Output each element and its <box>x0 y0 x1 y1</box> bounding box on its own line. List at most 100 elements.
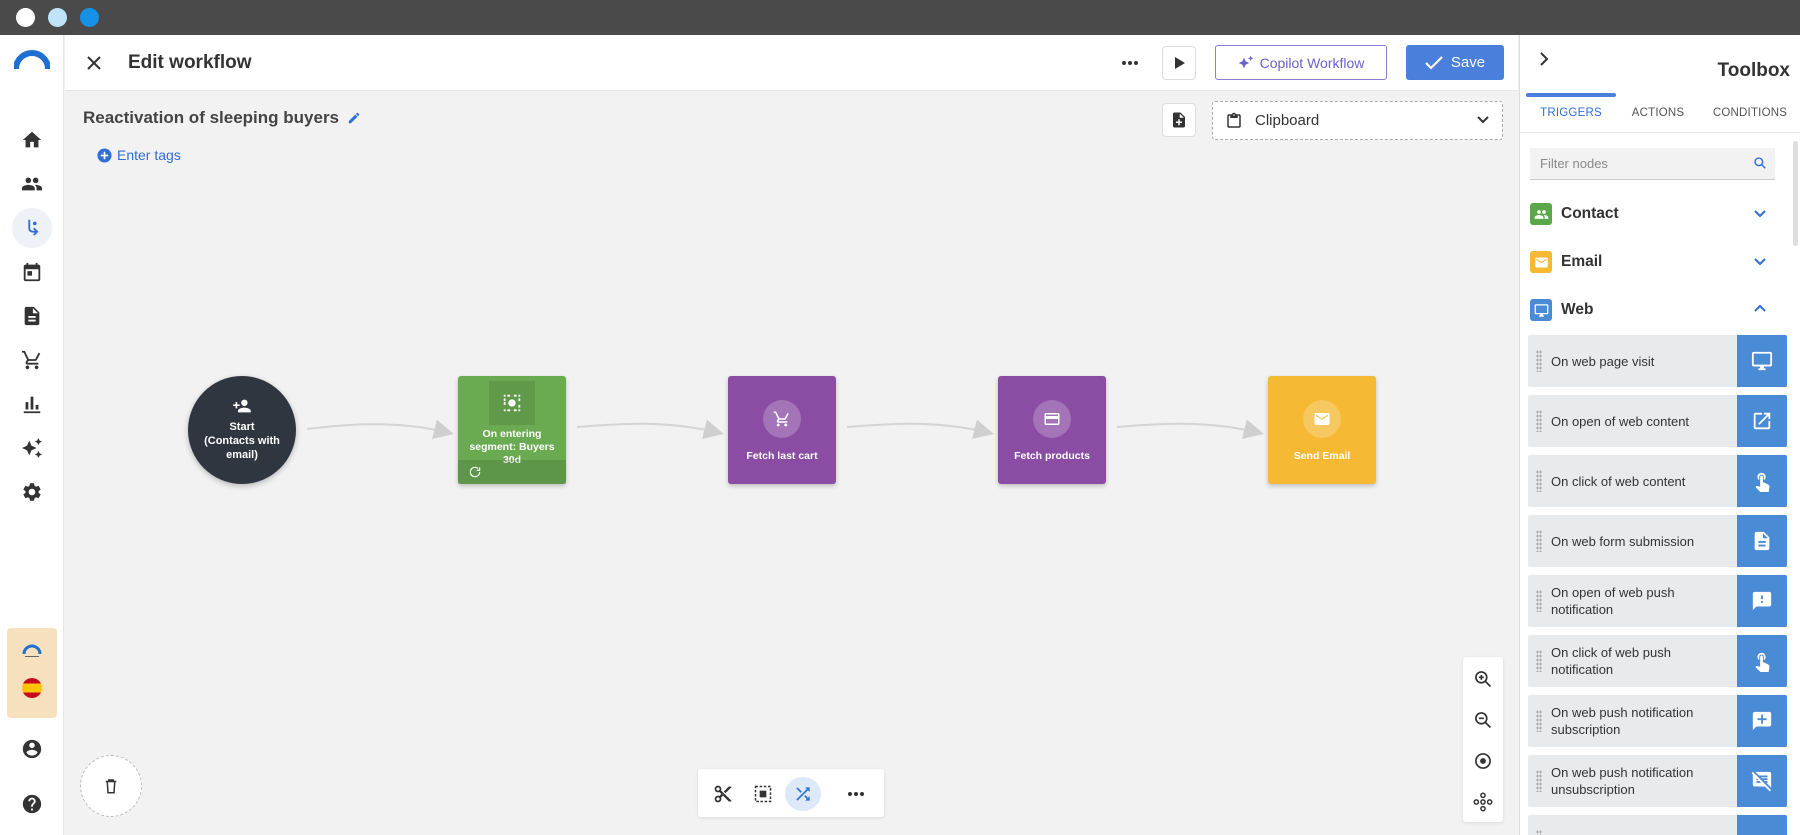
settings-gear-icon[interactable] <box>12 472 52 512</box>
toolbox-tabs: TRIGGERS ACTIONS CONDITIONS <box>1520 93 1800 133</box>
account-brand-box[interactable] <box>7 628 57 718</box>
workflow-name: Reactivation of sleeping buyers <box>83 108 361 128</box>
email-category-icon <box>1530 251 1552 273</box>
cart-icon[interactable] <box>12 340 52 380</box>
shuffle-connections-button[interactable] <box>785 777 821 811</box>
toolbox-scrollbar[interactable] <box>1793 141 1798 246</box>
window-maximize-dot[interactable] <box>80 8 99 27</box>
fetch-products-node[interactable]: Fetch products <box>998 376 1106 484</box>
select-area-button[interactable] <box>745 777 781 811</box>
help-icon[interactable] <box>12 784 52 824</box>
zoom-in-button[interactable] <box>1467 663 1499 695</box>
drag-handle-icon[interactable] <box>1536 650 1542 672</box>
drag-handle-icon[interactable] <box>1536 590 1542 612</box>
workflow-canvas[interactable]: Reactivation of sleeping buyers Enter ta… <box>65 92 1518 835</box>
edit-pencil-icon[interactable] <box>347 111 361 125</box>
node-click-web-push[interactable]: On click of web push notification <box>1528 635 1787 687</box>
calendar-icon[interactable] <box>12 252 52 292</box>
filter-nodes-input[interactable]: Filter nodes <box>1530 148 1775 180</box>
enter-tags-label: Enter tags <box>117 147 181 163</box>
tab-actions[interactable]: ACTIONS <box>1618 93 1698 133</box>
close-editor-button[interactable] <box>81 50 107 76</box>
page-title: Edit workflow <box>128 52 252 73</box>
canvas-tools-toolbar <box>698 769 884 817</box>
drag-handle-icon[interactable] <box>1536 770 1542 792</box>
document-icon[interactable] <box>12 296 52 336</box>
cut-tool-button[interactable] <box>705 777 741 811</box>
cart-circle <box>763 400 801 438</box>
node-web-push-subscription[interactable]: On web push notification subscription <box>1528 695 1787 747</box>
more-options-button[interactable] <box>1115 49 1145 77</box>
copilot-sparkle-icon <box>1238 55 1253 68</box>
select-all-icon <box>754 785 772 803</box>
node-item-label: On click of web content <box>1551 473 1686 489</box>
home-icon[interactable] <box>12 120 52 160</box>
save-button[interactable]: Save <box>1406 45 1504 80</box>
fetch-last-cart-node[interactable]: Fetch last cart <box>728 376 836 484</box>
fetch-products-label: Fetch products <box>1014 450 1090 462</box>
category-email-label: Email <box>1561 253 1603 270</box>
start-node[interactable]: Start (Contacts with email) <box>188 376 296 484</box>
center-view-button[interactable] <box>1467 745 1499 777</box>
category-web[interactable]: Web <box>1530 296 1775 324</box>
enter-tags-link[interactable]: Enter tags <box>97 147 181 163</box>
note-add-icon <box>1173 112 1185 128</box>
left-navigation <box>0 35 64 835</box>
copilot-workflow-button[interactable]: Copilot Workflow <box>1215 45 1387 80</box>
feedback-icon <box>1737 575 1787 627</box>
drag-handle-icon[interactable] <box>1536 470 1542 492</box>
window-close-dot[interactable] <box>16 8 35 27</box>
editor-header: Edit workflow Copilot Workflow Save <box>65 35 1518 91</box>
contacts-category-icon <box>1530 203 1552 225</box>
zoom-in-icon <box>1475 671 1492 688</box>
node-item-label: On web page visit <box>1551 353 1655 369</box>
node-web-form-submission[interactable]: On web form submission <box>1528 515 1787 567</box>
node-open-web-push[interactable]: On open of web push notification <box>1528 575 1787 627</box>
auto-layout-button[interactable] <box>1467 786 1499 818</box>
close-icon <box>87 56 101 70</box>
segment-icon-box <box>489 381 535 425</box>
node-item-label: On open of web content <box>1551 413 1690 429</box>
node-item-label: On web push notification unsubscription <box>1551 765 1694 797</box>
app-logo-icon[interactable] <box>14 49 50 73</box>
node-click-web-content[interactable]: On click of web content <box>1528 455 1787 507</box>
tab-triggers[interactable]: TRIGGERS <box>1526 93 1616 133</box>
clipboard-dropdown[interactable]: Clipboard <box>1212 101 1503 140</box>
email-circle <box>1303 400 1341 438</box>
node-web-page-visit[interactable]: On web page visit <box>1528 335 1787 387</box>
drag-handle-icon[interactable] <box>1536 350 1542 372</box>
center-focus-icon <box>1475 753 1491 769</box>
chevron-down-icon <box>1477 116 1489 124</box>
shopping-cart-icon <box>773 411 789 427</box>
segment-trigger-node[interactable]: On entering segment: Buyers 30d <box>458 376 566 484</box>
zoom-out-button[interactable] <box>1467 704 1499 736</box>
contacts-icon[interactable] <box>12 164 52 204</box>
workflows-icon[interactable] <box>12 208 52 248</box>
category-contact[interactable]: Contact <box>1530 200 1775 228</box>
drag-handle-icon[interactable] <box>1536 410 1542 432</box>
add-contact-icon <box>233 399 251 413</box>
analytics-icon[interactable] <box>12 384 52 424</box>
send-email-node[interactable]: Send Email <box>1268 376 1376 484</box>
collapse-toolbox-button[interactable] <box>1532 47 1556 71</box>
run-workflow-button[interactable] <box>1162 46 1196 80</box>
drag-handle-icon[interactable] <box>1536 830 1542 835</box>
node-web-push-unsubscription[interactable]: On web push notification unsubscription <box>1528 755 1787 807</box>
window-minimize-dot[interactable] <box>48 8 67 27</box>
form-document-icon <box>1737 515 1787 567</box>
node-open-web-content[interactable]: On open of web content <box>1528 395 1787 447</box>
comments-disabled-icon <box>1737 755 1787 807</box>
user-account-icon[interactable] <box>12 729 52 769</box>
fetch-cart-label: Fetch last cart <box>746 450 818 462</box>
node-web-more[interactable] <box>1528 815 1787 835</box>
drag-handle-icon[interactable] <box>1536 530 1542 552</box>
category-email[interactable]: Email <box>1530 248 1775 276</box>
add-note-button[interactable] <box>1162 103 1196 137</box>
more-tools-button[interactable] <box>838 777 874 811</box>
sparkles-icon[interactable] <box>12 428 52 468</box>
tab-conditions[interactable]: CONDITIONS <box>1700 93 1800 133</box>
credit-card-icon <box>1044 413 1060 425</box>
drag-handle-icon[interactable] <box>1536 710 1542 732</box>
spain-flag-icon <box>22 678 42 698</box>
delete-node-dropzone[interactable] <box>80 755 142 817</box>
